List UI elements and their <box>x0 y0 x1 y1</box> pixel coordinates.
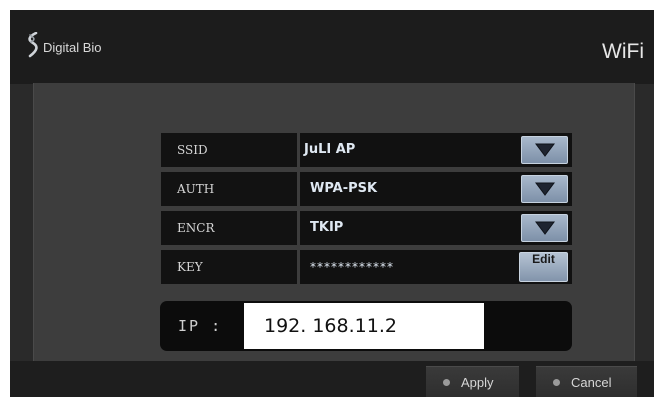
dropdown-arrow-icon <box>534 221 555 235</box>
key-row: KEY ************ Edit <box>161 250 572 284</box>
encr-value: TKIP <box>310 220 344 235</box>
ssid-row: SSID JuLI AP <box>161 133 572 167</box>
ip-address-field[interactable]: 192. 168.11.2 <box>244 303 484 349</box>
dropdown-arrow-icon <box>534 182 555 196</box>
auth-value: WPA-PSK <box>310 181 378 196</box>
brand-logo: Digital Bio <box>26 32 102 58</box>
encr-field[interactable]: TKIP <box>300 211 572 245</box>
ip-label: IP : <box>178 317 223 335</box>
ssid-value: JuLI AP <box>304 142 356 157</box>
key-field[interactable]: ************ Edit <box>300 250 572 284</box>
ssid-field[interactable]: JuLI AP <box>300 133 572 167</box>
apply-label: Apply <box>461 375 494 390</box>
key-value: ************ <box>310 260 394 274</box>
ip-box: IP : 192. 168.11.2 <box>160 301 572 351</box>
bullet-icon <box>553 379 560 386</box>
brand-name: Digital Bio <box>43 39 102 55</box>
auth-field[interactable]: WPA-PSK <box>300 172 572 206</box>
dropdown-arrow-icon <box>534 143 555 157</box>
bullet-icon <box>443 379 450 386</box>
encr-dropdown-button[interactable] <box>521 214 568 242</box>
title-bar: Digital Bio WiFi <box>10 10 654 84</box>
ssid-dropdown-button[interactable] <box>521 136 568 164</box>
bottom-bar: Apply Cancel <box>10 361 654 397</box>
key-edit-button[interactable]: Edit <box>519 252 568 282</box>
apply-button[interactable]: Apply <box>426 366 519 397</box>
dna-logo-icon <box>28 32 38 58</box>
ssid-label: SSID <box>161 133 297 167</box>
encr-label: ENCR <box>161 211 297 245</box>
wifi-settings-panel: SSID JuLI AP AUTH WPA-PSK ENCR TKIP KEY … <box>33 83 635 361</box>
auth-row: AUTH WPA-PSK <box>161 172 572 206</box>
auth-label: AUTH <box>161 172 297 206</box>
auth-dropdown-button[interactable] <box>521 175 568 203</box>
cancel-label: Cancel <box>571 375 612 390</box>
cancel-button[interactable]: Cancel <box>536 366 637 397</box>
page-title: WiFi <box>602 40 644 63</box>
key-label: KEY <box>161 250 297 284</box>
encr-row: ENCR TKIP <box>161 211 572 245</box>
device-screen: Digital Bio WiFi SSID JuLI AP AUTH WPA-P… <box>10 10 654 397</box>
